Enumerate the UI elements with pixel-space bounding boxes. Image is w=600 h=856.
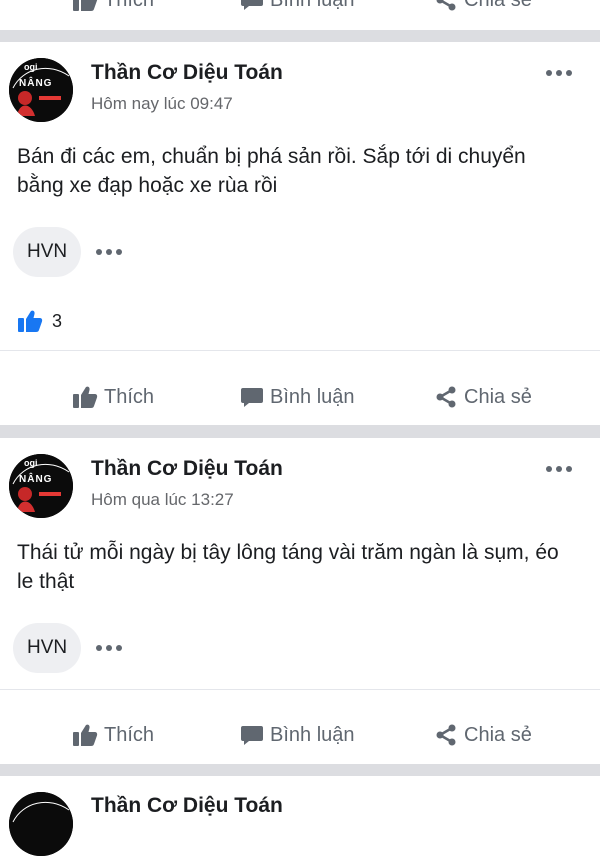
thumbs-up-icon bbox=[73, 386, 98, 408]
thumbs-up-icon bbox=[73, 724, 98, 746]
comment-label: Bình luận bbox=[270, 723, 355, 746]
comment-button[interactable]: Bình luận bbox=[240, 385, 355, 409]
like-reaction-icon bbox=[18, 310, 43, 332]
tag-more-icon[interactable] bbox=[96, 645, 122, 651]
avatar-logo-top: ogi bbox=[24, 458, 38, 468]
post-separator bbox=[0, 425, 600, 438]
post-author[interactable]: Thần Cơ Diệu Toán bbox=[91, 457, 283, 481]
avatar-image bbox=[9, 454, 73, 518]
post-author[interactable]: Thần Cơ Diệu Toán bbox=[91, 794, 283, 818]
comment-label: Bình luận bbox=[270, 385, 355, 408]
like-label: Thích bbox=[104, 723, 155, 746]
comment-button[interactable]: Bình luận bbox=[240, 723, 355, 747]
avatar-image bbox=[9, 792, 73, 856]
reaction-summary[interactable]: 3 bbox=[16, 309, 62, 333]
share-icon bbox=[436, 724, 456, 746]
tag-chip[interactable]: HVN bbox=[13, 227, 82, 277]
like-label: Thích bbox=[104, 385, 155, 408]
like-count: 3 bbox=[52, 310, 63, 331]
post-more-icon[interactable] bbox=[546, 70, 572, 76]
post-separator bbox=[0, 30, 600, 42]
comment-icon bbox=[241, 388, 263, 407]
comment-icon bbox=[241, 0, 263, 10]
prev-share-button[interactable]: Chia sẻ bbox=[434, 0, 532, 12]
avatar-image bbox=[9, 58, 73, 122]
divider bbox=[0, 350, 600, 351]
prev-share-label: Chia sẻ bbox=[464, 0, 532, 12]
share-label: Chia sẻ bbox=[464, 723, 532, 746]
share-label: Chia sẻ bbox=[464, 385, 532, 408]
prev-comment-button[interactable]: Bình luận bbox=[240, 0, 355, 12]
avatar-logo-bottom: NÂNG bbox=[19, 474, 53, 485]
post-author[interactable]: Thần Cơ Diệu Toán bbox=[91, 61, 283, 85]
share-icon bbox=[436, 0, 456, 11]
comment-icon bbox=[241, 726, 263, 745]
prev-comment-label: Bình luận bbox=[270, 0, 355, 12]
share-button[interactable]: Chia sẻ bbox=[434, 723, 532, 747]
avatar-logo-top: ogi bbox=[24, 62, 38, 72]
share-button[interactable]: Chia sẻ bbox=[434, 385, 532, 409]
share-icon bbox=[436, 386, 456, 408]
tag-more-icon[interactable] bbox=[96, 249, 122, 255]
post-text: Thái tử mỗi ngày bị tây lông táng vài tr… bbox=[17, 541, 559, 593]
avatar[interactable]: ogi NÂNG bbox=[9, 454, 73, 518]
tag-chip[interactable]: HVN bbox=[13, 623, 82, 673]
post-timestamp[interactable]: Hôm nay lúc 09:47 bbox=[91, 94, 233, 114]
post-timestamp[interactable]: Hôm qua lúc 13:27 bbox=[91, 490, 234, 510]
post-separator bbox=[0, 764, 600, 776]
prev-like-button[interactable]: Thích bbox=[72, 0, 154, 12]
post-more-icon[interactable] bbox=[546, 466, 572, 472]
prev-like-label: Thích bbox=[104, 0, 154, 12]
divider bbox=[0, 689, 600, 690]
post-text: Bán đi các em, chuẩn bị phá sản rồi. Sắp… bbox=[17, 145, 526, 197]
avatar[interactable]: ogi NÂNG bbox=[9, 58, 73, 122]
like-button[interactable]: Thích bbox=[72, 385, 154, 409]
avatar-logo-bottom: NÂNG bbox=[19, 78, 53, 89]
thumbs-up-icon bbox=[73, 0, 98, 11]
avatar[interactable] bbox=[9, 792, 73, 856]
like-button[interactable]: Thích bbox=[72, 723, 154, 747]
